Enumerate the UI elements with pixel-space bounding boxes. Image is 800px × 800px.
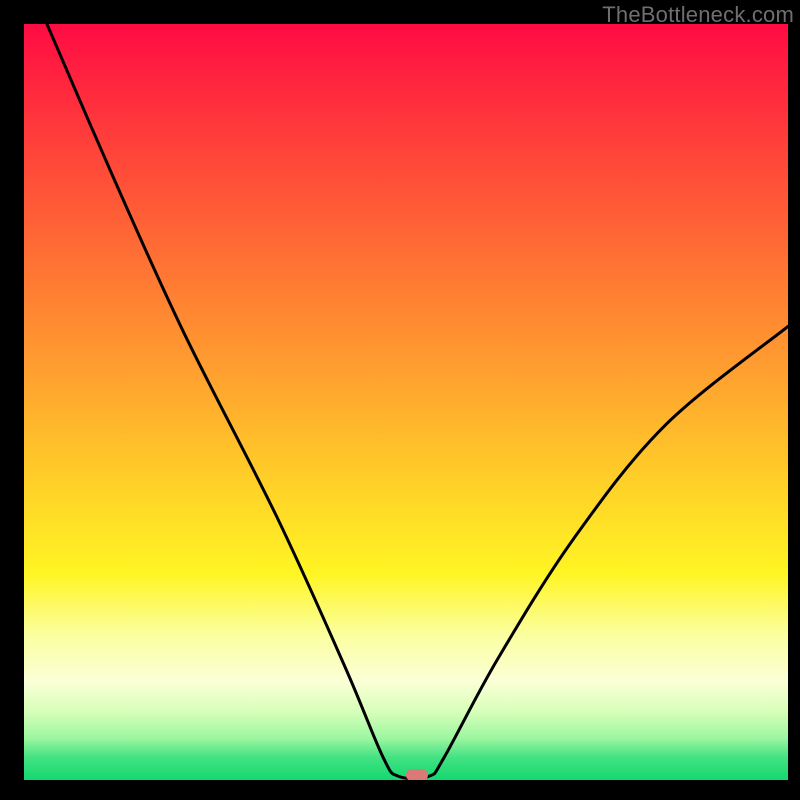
watermark-text: TheBottleneck.com [602,2,794,28]
optimal-point-marker [406,769,428,780]
bottleneck-curve [24,24,788,780]
plot-area [24,24,788,780]
chart-stage: TheBottleneck.com [0,0,800,800]
